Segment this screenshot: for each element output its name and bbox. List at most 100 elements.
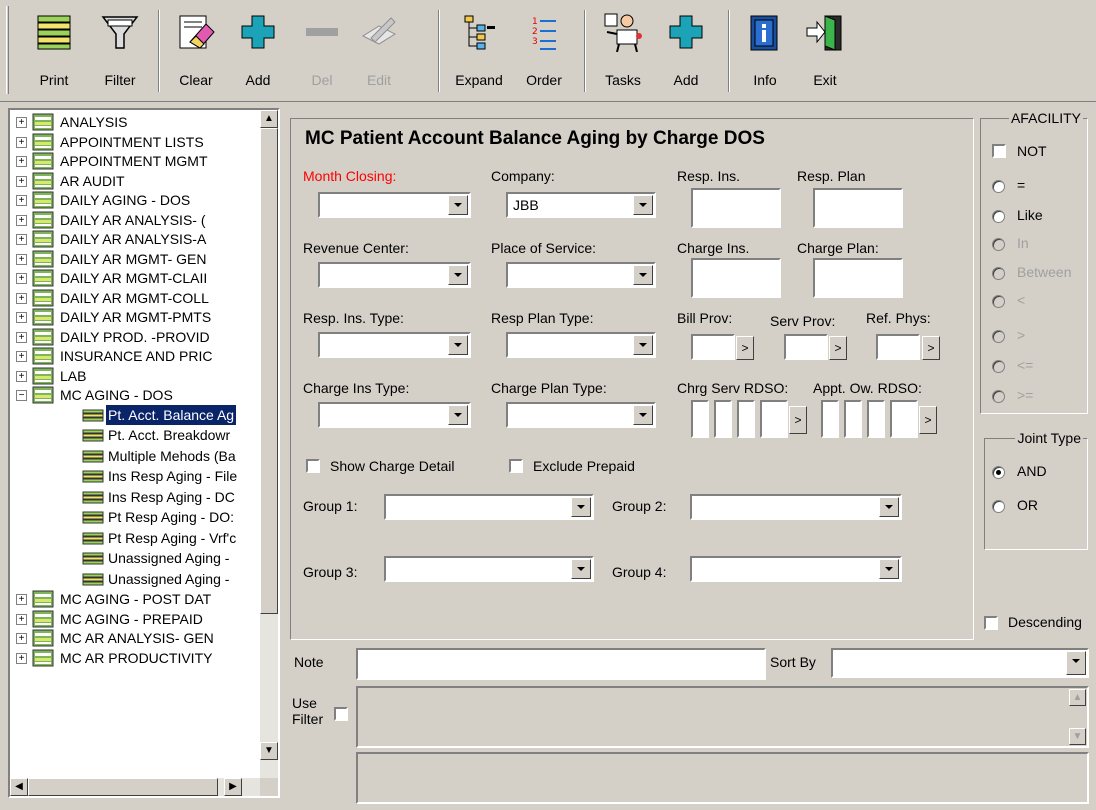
expand-button[interactable]: Expand [448,8,510,94]
scroll-down-button[interactable]: ▼ [260,742,278,760]
tree-leaf[interactable]: Ins Resp Aging - File [10,466,260,486]
tree-leaf[interactable]: Pt Resp Aging - Vrf'c [10,528,260,548]
dropdown-arrow-icon[interactable] [571,497,591,517]
dropdown-arrow-icon[interactable] [633,405,653,425]
expand-icon[interactable]: + [16,117,27,128]
afacility-in-radio[interactable] [992,238,1005,251]
descending-checkbox[interactable] [984,616,998,630]
toolbar-grip[interactable] [6,6,9,94]
expand-icon[interactable]: + [16,652,27,664]
chrg-serv-rdso-seg-3[interactable] [737,400,755,438]
appt-ow-rdso-seg-3[interactable] [867,400,885,438]
appt-ow-rdso-seg-4[interactable] [890,400,918,438]
afacility-le-radio[interactable] [992,360,1005,373]
place-of-service-select[interactable] [506,262,656,288]
bill-prov-field[interactable] [691,334,735,360]
tree-node[interactable]: + MC AR PRODUCTIVITY [10,648,260,668]
dropdown-arrow-icon[interactable] [571,559,591,579]
expand-icon[interactable]: + [16,175,27,187]
delete-button[interactable]: Del [300,8,344,94]
dropdown-arrow-icon[interactable] [879,559,899,579]
expand-icon[interactable]: + [16,633,27,644]
scroll-left-button[interactable]: ◀ [10,778,28,796]
expand-icon[interactable]: + [16,331,27,343]
resp-ins-type-select[interactable] [318,332,471,358]
dropdown-arrow-icon[interactable] [448,405,468,425]
expand-icon[interactable]: + [16,136,27,148]
print-button[interactable]: Print [26,8,82,94]
scroll-thumb[interactable] [260,128,278,614]
appt-ow-rdso-seg-2[interactable] [844,400,862,438]
afacility-lt-radio[interactable] [992,295,1005,308]
serv-prov-picker-button[interactable]: > [829,336,847,360]
filter-button[interactable]: Filter [92,8,148,94]
serv-prov-field[interactable] [784,334,828,360]
resp-ins-field[interactable] [691,188,781,228]
exclude-prepaid-checkbox[interactable] [509,459,523,473]
bill-prov-picker-button[interactable]: > [736,336,754,360]
expand-icon[interactable]: + [16,613,27,625]
resp-plan-type-select[interactable] [506,332,656,358]
dropdown-arrow-icon[interactable] [633,335,653,355]
tree-node[interactable]: + MC AGING - POST DAT [10,589,260,609]
dropdown-arrow-icon[interactable] [633,195,653,215]
tree-node[interactable]: + MC AR ANALYSIS- GEN [10,628,260,648]
note-field[interactable] [356,648,766,680]
filter-scroll-up[interactable]: ▲ [1069,689,1086,706]
exit-button[interactable]: Exit [800,8,850,94]
resp-plan-field[interactable] [813,188,903,228]
tree-node[interactable]: + DAILY AR ANALYSIS- ( [10,210,260,230]
tasks-button[interactable]: Tasks [596,8,650,94]
charge-ins-field[interactable] [691,258,781,298]
dropdown-arrow-icon[interactable] [448,335,468,355]
chrg-serv-rdso-seg-4[interactable] [760,400,788,438]
order-button[interactable]: 1 2 3 Order [516,8,572,94]
tree-node[interactable]: + ANALYSIS [10,112,260,132]
tree-node[interactable]: + APPOINTMENT MGMT [10,151,260,171]
joint-and-radio[interactable] [992,466,1005,479]
dropdown-arrow-icon[interactable] [633,265,653,285]
scroll-up-button[interactable]: ▲ [260,110,278,128]
tree-node[interactable]: + LAB [10,366,260,386]
expand-icon[interactable]: + [16,214,27,226]
tree-leaf[interactable]: Pt. Acct. Breakdowr [10,425,260,445]
tree-leaf[interactable]: Pt Resp Aging - DO: [10,507,260,527]
filter-text-area[interactable]: ▲ ▼ [356,686,1089,748]
tree-node[interactable]: − MC AGING - DOS [10,385,260,405]
company-select[interactable]: JBB [506,192,656,218]
use-filter-checkbox[interactable] [334,707,348,721]
dropdown-arrow-icon[interactable] [448,195,468,215]
chrg-serv-rdso-seg-2[interactable] [714,400,732,438]
expand-icon[interactable]: + [16,594,27,605]
expand-icon[interactable]: + [16,312,27,323]
sort-by-select[interactable] [831,648,1089,678]
chrg-serv-rdso-picker-button[interactable]: > [789,406,807,434]
afacility-not-checkbox[interactable] [992,144,1006,158]
tree-node[interactable]: + DAILY AR MGMT-PMTS [10,307,260,327]
afacility-between-radio[interactable] [992,267,1005,280]
afacility-equals-radio[interactable] [992,180,1005,193]
expand-icon[interactable]: + [16,253,27,265]
tree-leaf[interactable]: Unassigned Aging - [10,569,260,589]
tree-vertical-scrollbar[interactable]: ▲ ▼ [260,110,278,778]
dropdown-arrow-icon[interactable] [879,497,899,517]
edit-button[interactable]: Edit [354,8,404,94]
tree-node[interactable]: + DAILY AGING - DOS [10,190,260,210]
tree-leaf[interactable]: Unassigned Aging - [10,548,260,568]
expand-icon[interactable]: + [16,351,27,362]
tree-horizontal-scrollbar[interactable]: ◀ ▶ [10,778,260,796]
tree-node[interactable]: + INSURANCE AND PRIC [10,346,260,366]
info-button[interactable]: Info [740,8,790,94]
afacility-gt-radio[interactable] [992,330,1005,343]
filter-scroll-down[interactable]: ▼ [1069,728,1086,745]
show-charge-detail-checkbox[interactable] [306,459,320,473]
group-3-select[interactable] [384,556,594,582]
tree-node[interactable]: + APPOINTMENT LISTS [10,132,260,152]
collapse-icon[interactable]: − [16,390,27,401]
expand-icon[interactable]: + [16,273,27,284]
tree-node[interactable]: + DAILY AR ANALYSIS-A [10,229,260,249]
tree-node[interactable]: + DAILY AR MGMT-CLAII [10,268,260,288]
tree-node[interactable]: + AR AUDIT [10,171,260,191]
charge-plan-field[interactable] [813,258,903,298]
add-task-button[interactable]: Add [664,8,708,94]
